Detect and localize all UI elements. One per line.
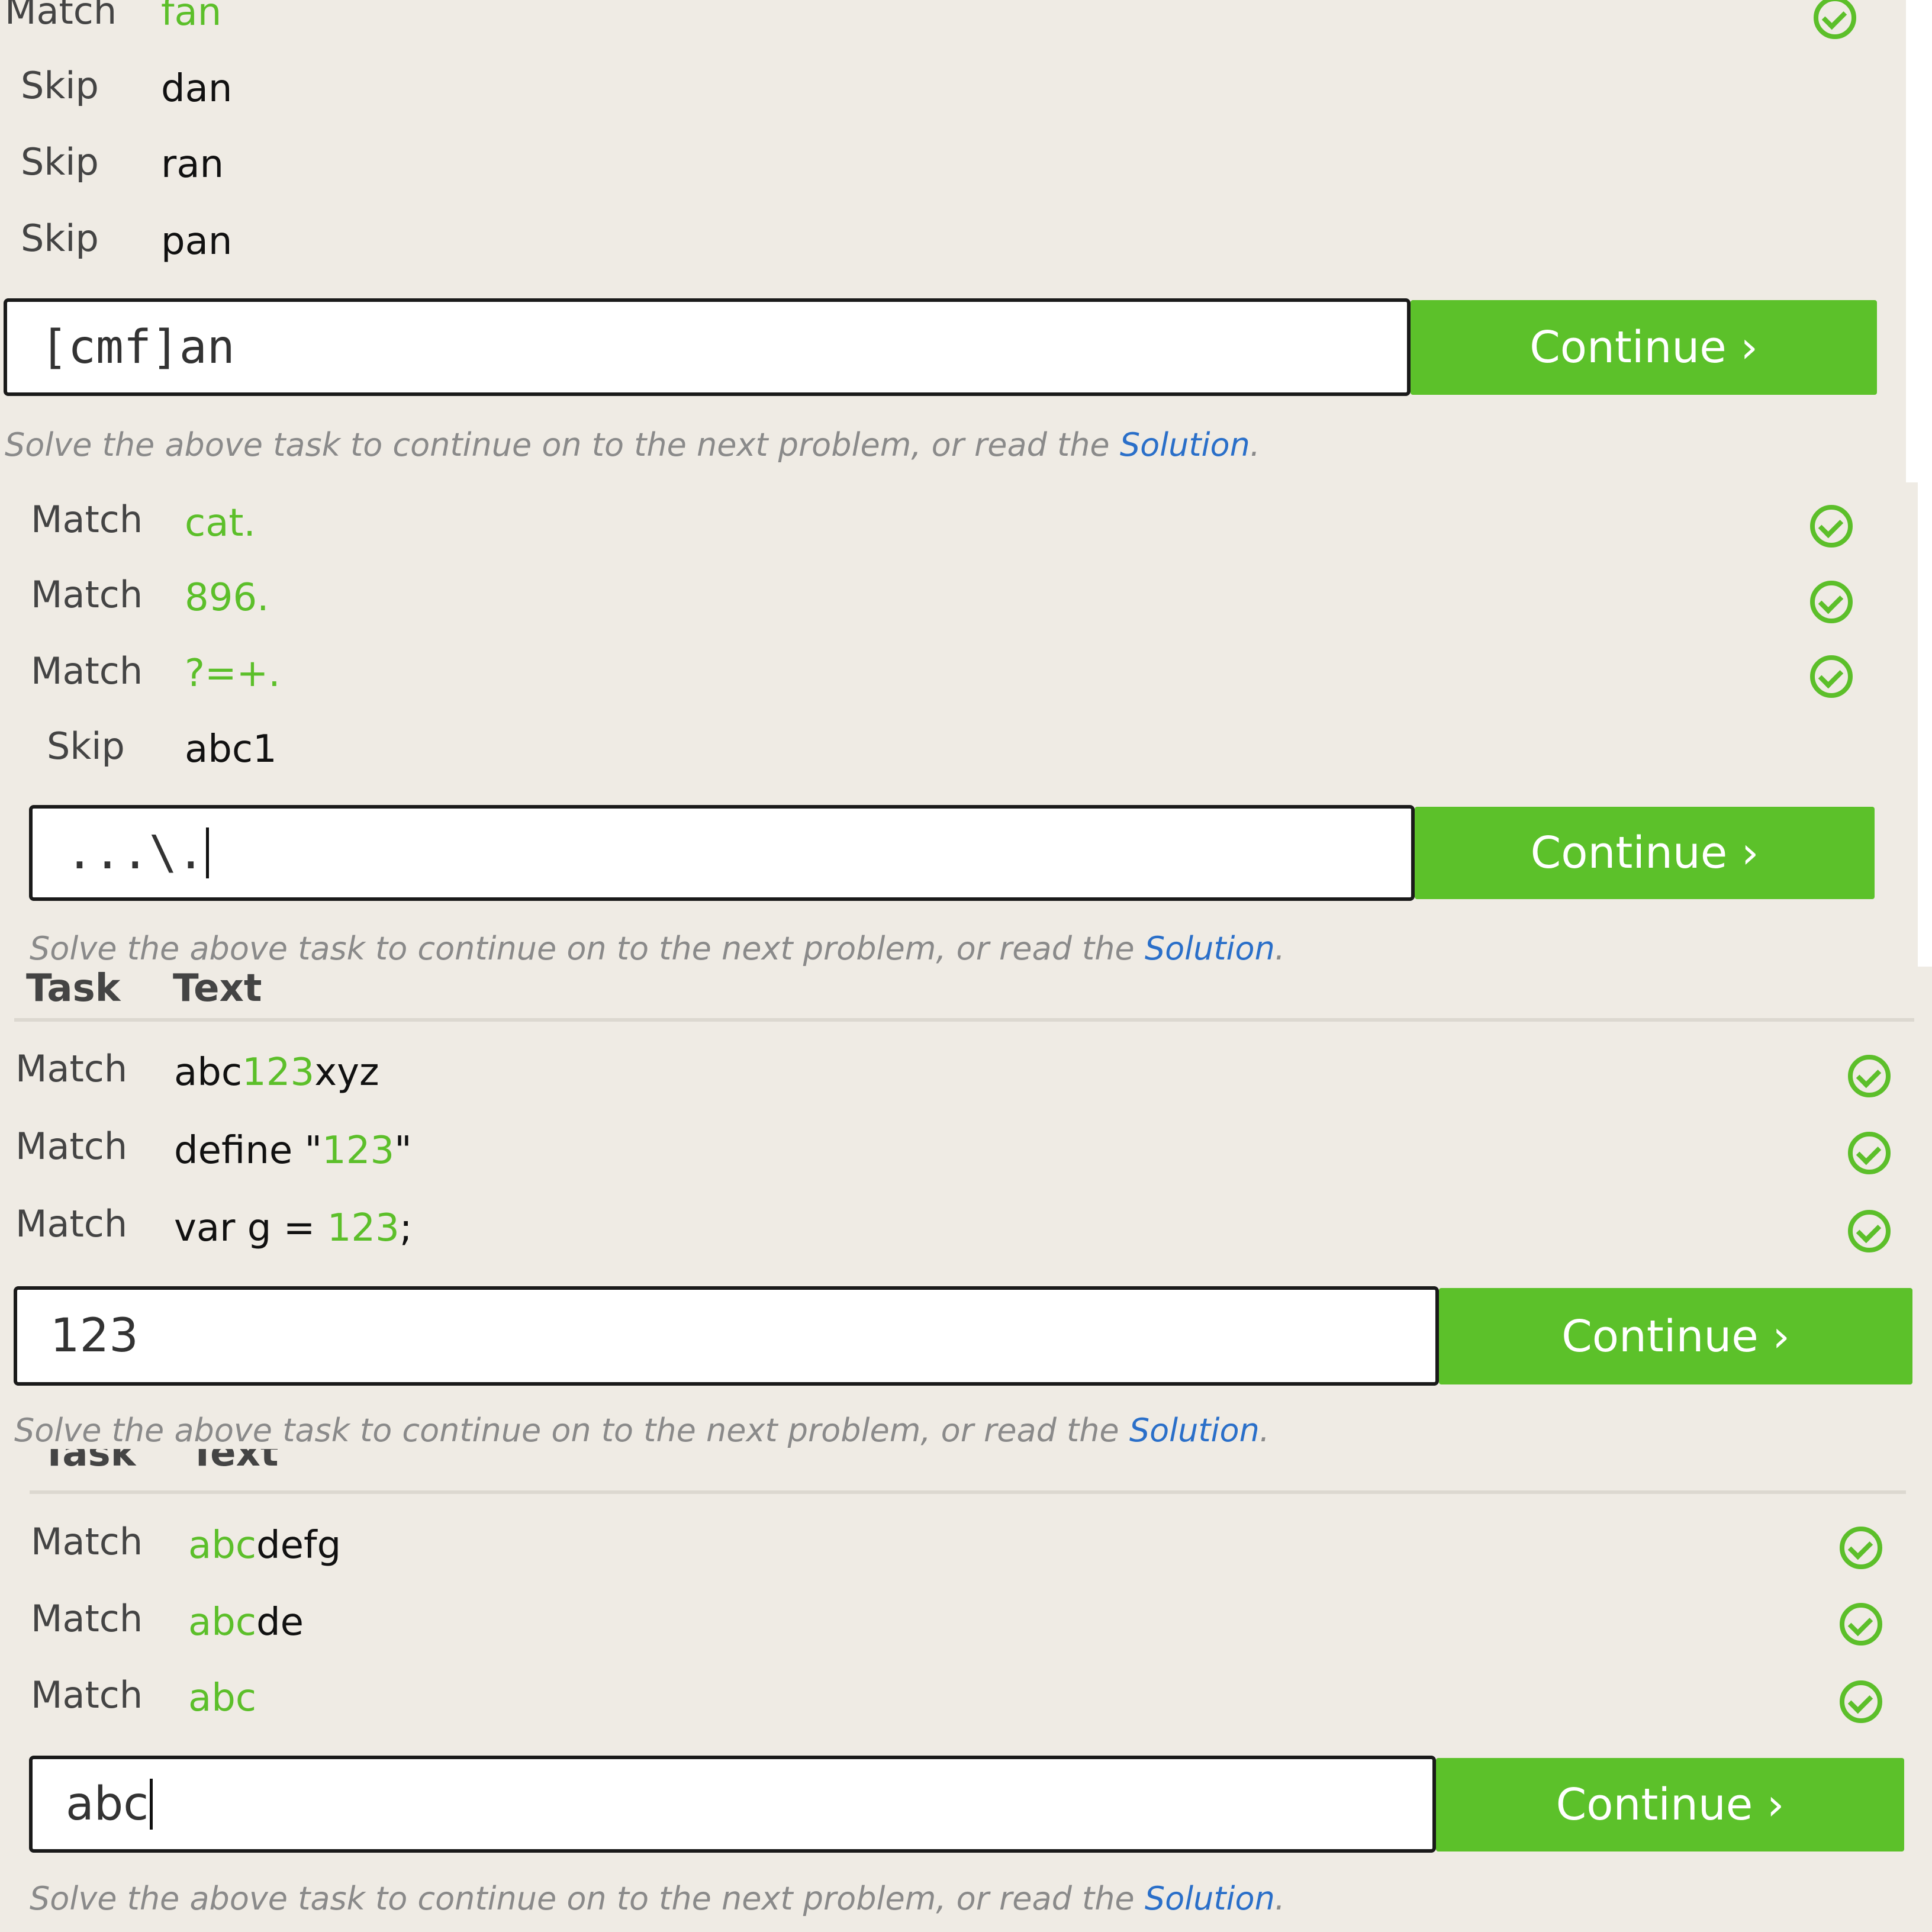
solution-link[interactable]: Solution [1129, 1412, 1260, 1449]
task-text: abcdefg [188, 1524, 342, 1567]
checkmark-icon [1810, 505, 1853, 548]
match-highlight: ?=+. [185, 652, 281, 695]
checkmark-icon [1840, 1603, 1882, 1646]
exercise-panel-3: Task Text Match abc123xyz Match define "… [0, 967, 1932, 1449]
header-divider [30, 1490, 1906, 1494]
exercise-panel-4: Task Text Match abcdefg Match abcde Matc… [0, 1449, 1932, 1932]
instruction-note: Solve the above task to continue on to t… [30, 1880, 1285, 1917]
checkmark-icon [1840, 1680, 1882, 1723]
solution-link[interactable]: Solution [1145, 930, 1275, 967]
checkmark-icon [1840, 1527, 1882, 1569]
continue-button[interactable]: Continue › [1415, 807, 1875, 899]
task-text: ran [161, 143, 224, 186]
match-highlight: 896. [185, 576, 269, 620]
text-cursor [150, 1779, 153, 1830]
task-text: abc [188, 1676, 256, 1720]
checkmark-icon [1848, 1210, 1891, 1252]
match-highlight: abc [188, 1676, 257, 1720]
checkmark-icon [1810, 581, 1853, 623]
task-label: Match [15, 1125, 128, 1168]
task-text: define "123" [174, 1129, 412, 1173]
match-highlight: cat. [185, 501, 256, 545]
task-label: Match [31, 1520, 143, 1563]
match-highlight: abc [188, 1524, 257, 1567]
checkmark-icon [1814, 0, 1856, 39]
task-text: ?=+. [185, 652, 281, 695]
column-header-task: Task [41, 1449, 136, 1475]
regex-input[interactable]: abc [29, 1756, 1436, 1853]
match-highlight: abc [188, 1601, 257, 1644]
continue-button[interactable]: Continue › [1436, 1758, 1904, 1852]
task-text: abc123xyz [174, 1051, 379, 1094]
task-text: abcde [188, 1601, 304, 1644]
exercise-panel-1: Match fan Skip dan Skip ran Skip pan [cm… [0, 0, 1906, 482]
continue-button[interactable]: Continue › [1439, 1288, 1912, 1384]
solution-link[interactable]: Solution [1120, 426, 1250, 463]
task-label: Match [31, 573, 143, 616]
checkmark-icon [1848, 1132, 1891, 1174]
match-highlight: 123 [322, 1129, 395, 1173]
continue-button[interactable]: Continue › [1411, 300, 1877, 395]
checkmark-icon [1810, 655, 1853, 698]
task-label: Skip [21, 217, 99, 260]
instruction-note: Solve the above task to continue on to t… [30, 930, 1285, 967]
column-header-text: Text [189, 1449, 279, 1475]
instruction-note: Solve the above task to continue on to t… [5, 426, 1260, 463]
solution-link[interactable]: Solution [1145, 1880, 1275, 1917]
task-text: abc1 [185, 727, 277, 771]
regex-input[interactable]: 123 [14, 1286, 1439, 1386]
task-label: Skip [21, 64, 99, 107]
task-label: Match [15, 1047, 128, 1090]
task-label: Match [31, 649, 143, 693]
regex-input[interactable]: [cmf]an [4, 298, 1411, 396]
text-cursor [205, 827, 209, 878]
regex-input[interactable]: ...\. [29, 805, 1415, 901]
task-label: Match [15, 1202, 128, 1245]
task-text: fan [161, 0, 221, 34]
task-label: Match [5, 0, 117, 33]
task-label: Skip [21, 140, 99, 183]
task-text: dan [161, 67, 233, 111]
task-text: pan [161, 220, 233, 263]
task-label: Match [31, 498, 143, 541]
instruction-note: Solve the above task to continue on to t… [14, 1412, 1270, 1449]
exercise-panel-2: Match cat. Match 896. Match ?=+. Skip ab… [0, 482, 1918, 967]
match-highlight: 123 [327, 1206, 400, 1250]
task-label: Skip [47, 724, 125, 768]
match-highlight: fan [161, 0, 222, 34]
task-label: Match [31, 1673, 143, 1717]
match-highlight: 123 [242, 1051, 315, 1094]
checkmark-icon [1848, 1055, 1891, 1097]
task-text: var g = 123; [174, 1206, 413, 1250]
header-divider [14, 1018, 1914, 1022]
column-header-task: Task [26, 967, 121, 1010]
task-text: 896. [185, 576, 269, 620]
task-label: Match [31, 1597, 143, 1640]
column-header-text: Text [173, 967, 262, 1010]
task-text: cat. [185, 501, 256, 545]
